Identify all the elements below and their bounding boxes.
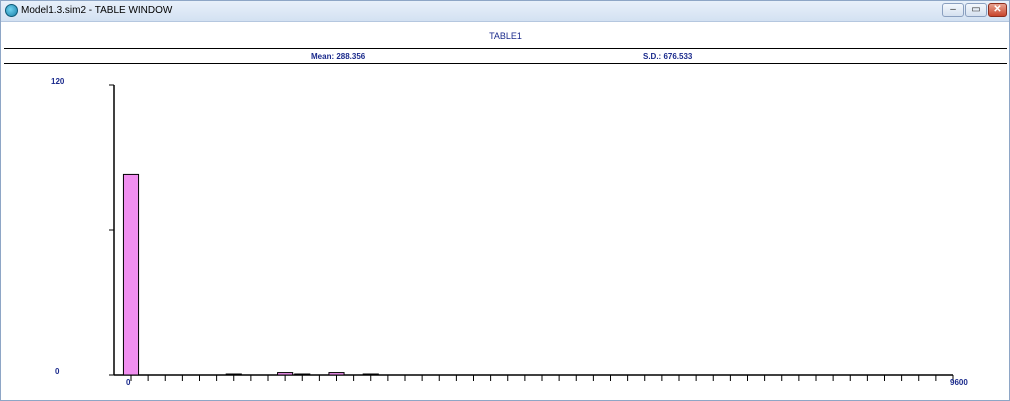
y-tick-label-max: 120 <box>51 77 65 86</box>
histogram-bar <box>277 372 294 376</box>
histogram-bar <box>225 373 242 376</box>
close-button[interactable]: ✕ <box>988 3 1007 17</box>
histogram-bar <box>328 372 345 376</box>
app-icon <box>5 4 18 17</box>
title-bar[interactable]: Model1.3.sim2 - TABLE WINDOW – ▭ ✕ <box>1 1 1009 22</box>
histogram-bar <box>294 373 311 376</box>
minimize-button[interactable]: – <box>942 3 964 17</box>
y-tick-label-min: 0 <box>55 367 60 376</box>
table-window: Model1.3.sim2 - TABLE WINDOW – ▭ ✕ TABLE… <box>0 0 1010 401</box>
x-tick-label-min: 0 <box>126 378 131 387</box>
table-panel: TABLE1 Mean: 288.356 S.D.: 676.533 0 9600… <box>4 23 1007 399</box>
window-title: Model1.3.sim2 - TABLE WINDOW <box>21 5 173 16</box>
histogram-bar <box>362 373 379 376</box>
histogram-chart: 0 9600 0 120 <box>51 77 968 387</box>
histogram-bar <box>122 173 140 376</box>
maximize-button[interactable]: ▭ <box>965 3 987 17</box>
x-tick-label-max: 9600 <box>950 378 968 387</box>
